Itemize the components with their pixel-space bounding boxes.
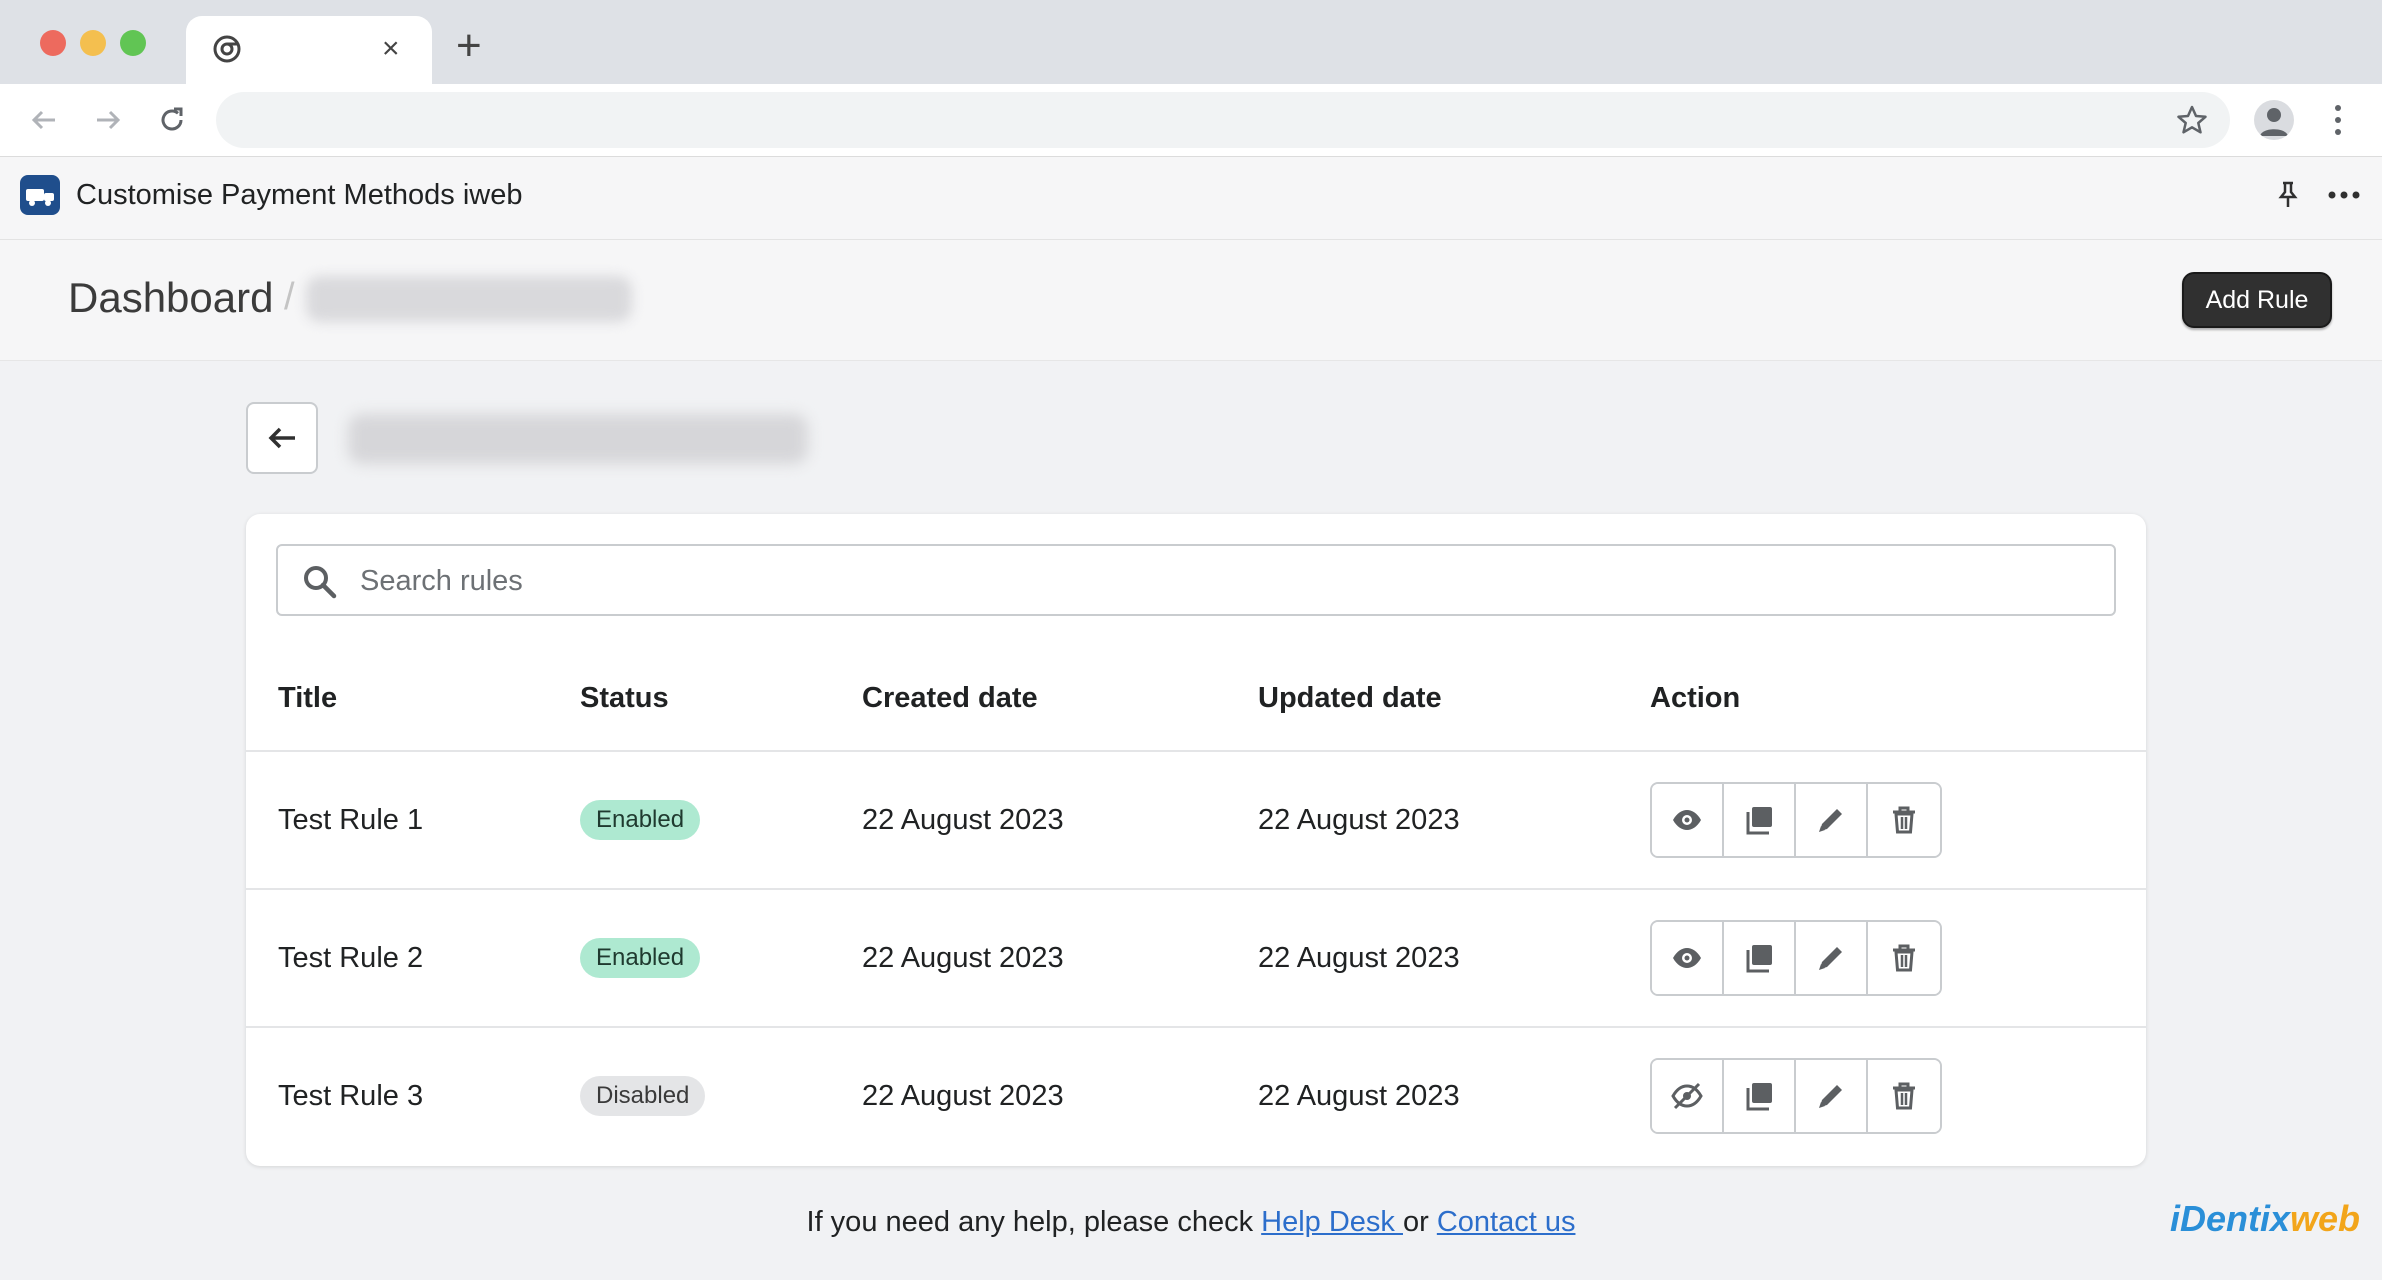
browser-menu-icon[interactable] [2326,100,2350,140]
redacted-breadcrumb [306,276,632,322]
browser-toolbar [0,84,2382,157]
address-bar[interactable] [216,92,2230,148]
view-eye-icon[interactable] [1652,922,1724,994]
arrow-left-icon [268,427,295,449]
updated-date: 22 August 2023 [1258,942,1460,974]
forward-arrow-icon[interactable] [88,100,128,140]
delete-trash-icon[interactable] [1868,784,1940,856]
app-logo-icon [20,175,60,215]
tab-close-icon[interactable]: × [382,32,400,66]
status-badge: Enabled [580,800,701,840]
reload-icon[interactable] [152,100,192,140]
rules-card: Title Status Created date Updated date A… [246,514,2146,1166]
brand-logo-part1: iDentix [2170,1198,2291,1239]
app-header: Customise Payment Methods iweb [0,157,2382,240]
chrome-icon [213,35,241,63]
help-desk-link[interactable]: Help Desk [1261,1206,1403,1238]
created-date: 22 August 2023 [862,1080,1064,1112]
search-box[interactable] [276,544,2116,616]
help-text: If you need any help, please check [806,1206,1262,1238]
page-header: Dashboard / Add Rule [0,240,2382,361]
delete-trash-icon[interactable] [1868,922,1940,994]
profile-avatar-icon[interactable] [2254,100,2294,140]
redacted-page-title [348,414,808,464]
status-badge: Enabled [580,938,701,978]
or-text: or [1402,1206,1437,1238]
column-header-updated: Updated date [1258,682,1442,714]
hidden-eye-slash-icon[interactable] [1652,1060,1724,1132]
help-footer: If you need any help, please check Help … [0,1206,2382,1239]
window-minimize-button[interactable] [80,30,106,56]
updated-date: 22 August 2023 [1258,804,1460,836]
more-options-icon[interactable] [2326,179,2362,211]
app-title: Customise Payment Methods iweb [76,179,523,211]
back-arrow-icon[interactable] [24,100,64,140]
updated-date: 22 August 2023 [1258,1080,1460,1112]
duplicate-icon[interactable] [1724,922,1796,994]
add-rule-button[interactable]: Add Rule [2182,272,2332,328]
bookmark-star-icon[interactable] [2176,104,2208,136]
duplicate-icon[interactable] [1724,784,1796,856]
rule-title: Test Rule 3 [278,1080,424,1112]
new-tab-button[interactable]: + [456,24,482,68]
window-maximize-button[interactable] [120,30,146,56]
status-badge: Disabled [580,1076,706,1116]
rule-title: Test Rule 1 [278,804,424,836]
row-actions [1650,782,1942,858]
created-date: 22 August 2023 [862,804,1064,836]
column-header-title: Title [278,682,338,714]
table-row: Test Rule 1 Enabled 22 August 2023 22 Au… [246,750,2146,890]
column-header-created: Created date [862,682,1038,714]
column-header-action: Action [1650,682,1741,714]
brand-logo-part2: web [2290,1198,2361,1239]
breadcrumb-separator: / [284,276,295,318]
breadcrumb-dashboard[interactable]: Dashboard [68,274,273,322]
browser-tab-bar: × + [0,0,2382,84]
window-close-button[interactable] [40,30,66,56]
search-input[interactable] [358,560,2082,602]
delete-trash-icon[interactable] [1868,1060,1940,1132]
row-actions [1650,920,1942,996]
edit-pencil-icon[interactable] [1796,1060,1868,1132]
column-header-status: Status [580,682,669,714]
brand-logo: iDentixweb [2170,1198,2360,1240]
duplicate-icon[interactable] [1724,1060,1796,1132]
table-row: Test Rule 3 Disabled 22 August 2023 22 A… [246,1026,2146,1166]
search-icon [304,566,337,599]
created-date: 22 August 2023 [862,942,1064,974]
rule-title: Test Rule 2 [278,942,424,974]
view-eye-icon[interactable] [1652,784,1724,856]
browser-tab[interactable]: × [186,16,432,84]
contact-us-link[interactable]: Contact us [1437,1206,1576,1238]
row-actions [1650,1058,1942,1134]
back-button[interactable] [246,402,318,474]
edit-pencil-icon[interactable] [1796,784,1868,856]
pin-icon[interactable] [2272,179,2304,211]
table-row: Test Rule 2 Enabled 22 August 2023 22 Au… [246,888,2146,1028]
edit-pencil-icon[interactable] [1796,922,1868,994]
